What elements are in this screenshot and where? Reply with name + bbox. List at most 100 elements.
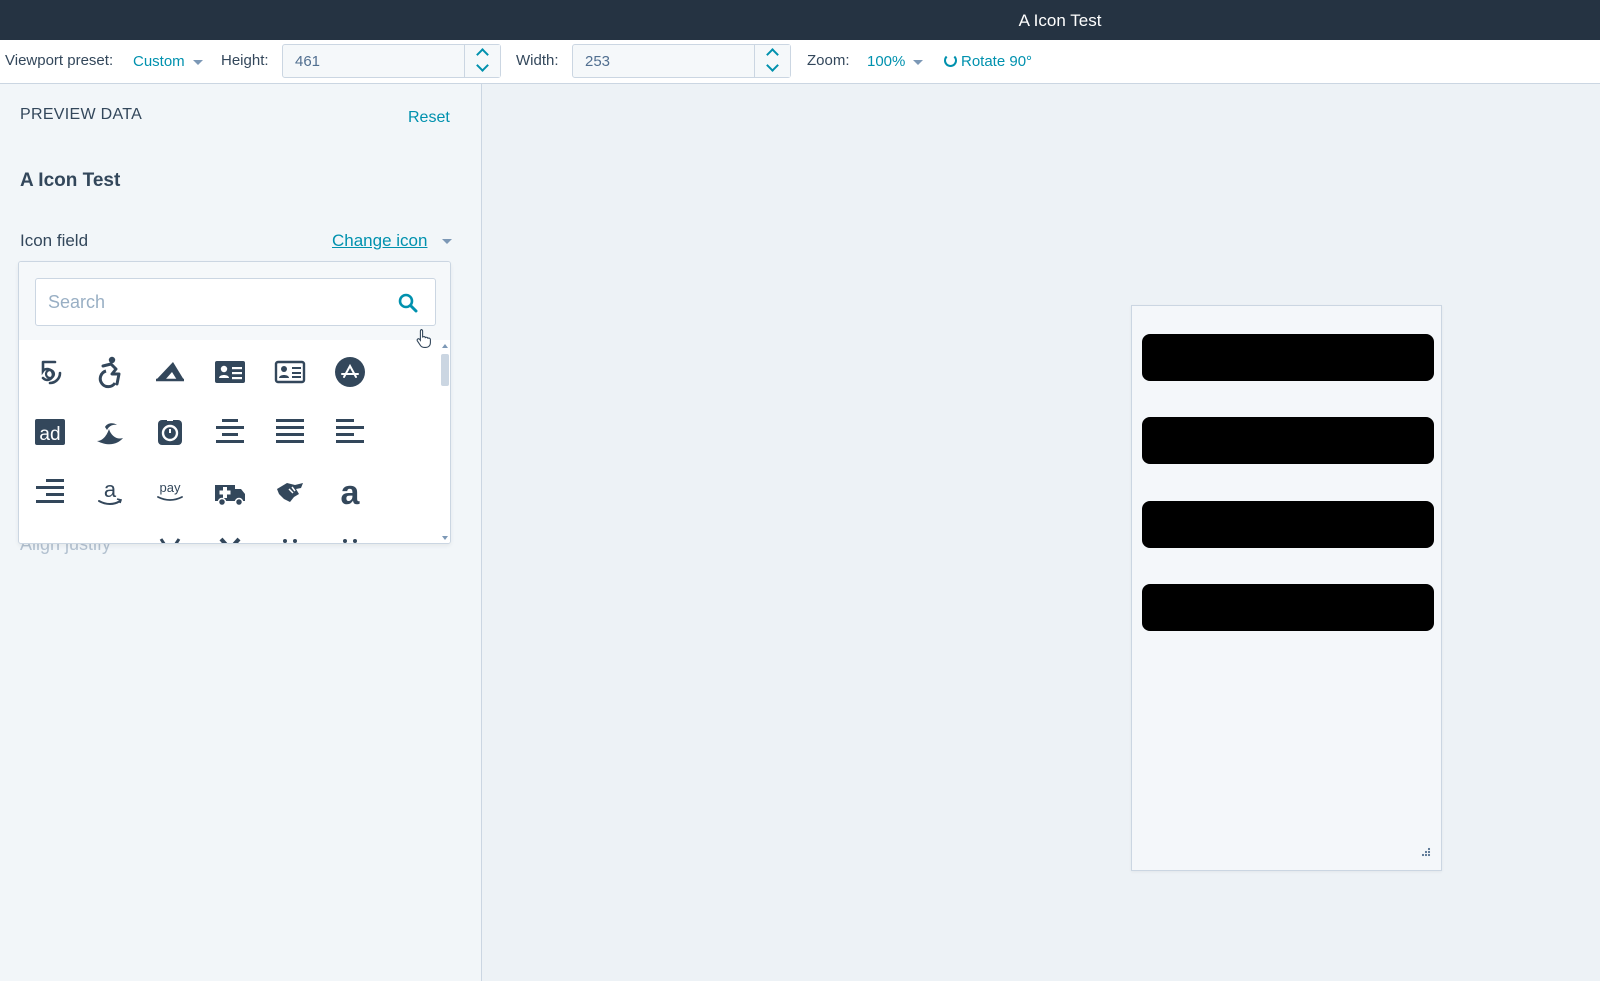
preview-data-sidebar: PREVIEW DATA Reset A Icon Test Icon fiel… <box>0 84 482 981</box>
icon-option-align-left[interactable] <box>320 402 380 462</box>
partial-icon <box>159 538 181 543</box>
align-left-icon <box>336 419 364 443</box>
a-letter-icon: a <box>341 475 361 509</box>
redacted-block <box>1142 417 1434 464</box>
height-label: Height: <box>221 52 269 69</box>
rotate-button[interactable]: Rotate 90° <box>961 53 1032 70</box>
icon-option-address-card[interactable] <box>200 342 260 402</box>
preview-data-heading: PREVIEW DATA <box>20 106 143 123</box>
scroll-thumb[interactable] <box>441 354 449 386</box>
redacted-block <box>1142 584 1434 631</box>
icon-option-partial[interactable] <box>80 522 140 544</box>
accessible-icon <box>98 356 121 389</box>
partial-icon <box>93 535 127 544</box>
viewport-preset-label: Viewport preset: <box>5 52 114 69</box>
partial-icon <box>283 539 297 543</box>
icon-option-accusoft[interactable] <box>140 342 200 402</box>
icon-search-field[interactable] <box>35 278 436 326</box>
amazon-pay-icon: pay <box>157 480 183 501</box>
icon-option-partial[interactable] <box>20 522 80 544</box>
height-increment-button[interactable] <box>465 45 501 61</box>
redacted-block <box>1142 501 1434 548</box>
icon-grid-scrollbar[interactable] <box>439 340 450 543</box>
chevron-down-icon <box>476 59 489 72</box>
resize-handle-icon[interactable] <box>1418 846 1432 860</box>
viewport-preset-dropdown[interactable]: Custom <box>133 53 203 70</box>
icon-option-american-sign-language[interactable] <box>260 462 320 522</box>
icon-picker-dropdown: ad a pay <box>18 261 451 544</box>
icon-option-adversal[interactable] <box>80 402 140 462</box>
width-input[interactable]: 253 <box>572 44 791 78</box>
width-value: 253 <box>585 53 611 70</box>
scroll-down-arrow-icon[interactable] <box>442 536 448 540</box>
chevron-down-icon <box>192 59 203 65</box>
icon-option-address-card-outline[interactable] <box>260 342 320 402</box>
icon-option-ad[interactable]: ad <box>20 402 80 462</box>
height-decrement-button[interactable] <box>465 59 501 77</box>
icon-field-label: Icon field <box>20 231 89 250</box>
accusoft-icon <box>156 362 184 382</box>
icon-option-partial[interactable] <box>260 522 320 543</box>
icon-search-input[interactable] <box>48 289 378 315</box>
title-bar: A Icon Test <box>0 0 1600 40</box>
viewport-preset-value: Custom <box>133 53 185 70</box>
svg-text:a: a <box>104 477 117 502</box>
zoom-value: 100% <box>867 53 906 70</box>
reset-button[interactable]: Reset <box>408 109 450 127</box>
partial-icon <box>33 535 67 544</box>
partial-icon <box>343 539 357 543</box>
icon-option-affiliatetheme[interactable] <box>140 402 200 462</box>
zoom-label: Zoom: <box>807 52 850 69</box>
icon-option-amazon[interactable]: a <box>80 462 140 522</box>
icon-option-partial[interactable] <box>140 522 200 543</box>
preview-viewport <box>1131 305 1442 871</box>
height-stepper[interactable] <box>464 45 500 77</box>
american-sign-language-icon <box>277 483 303 502</box>
width-label: Width: <box>516 52 559 69</box>
icon-option-a-letter[interactable]: a <box>320 462 380 522</box>
search-icon[interactable] <box>398 293 418 313</box>
icon-option-partial[interactable] <box>200 522 260 543</box>
module-title: A Icon Test <box>20 170 121 191</box>
redacted-block <box>1142 334 1434 381</box>
height-value: 461 <box>295 53 321 70</box>
icon-option-partial[interactable] <box>320 522 380 543</box>
rotate-icon <box>944 54 957 67</box>
ad-icon: ad <box>35 419 65 445</box>
icon-option-amazon-pay[interactable]: pay <box>140 462 200 522</box>
svg-text:pay: pay <box>160 480 181 495</box>
width-stepper[interactable] <box>754 45 790 77</box>
hand-pointer-icon <box>416 328 431 348</box>
icon-option-app-store[interactable] <box>320 342 380 402</box>
address-card-outline-icon <box>274 360 306 384</box>
chevron-down-icon <box>442 239 452 244</box>
icon-option-align-center[interactable] <box>200 402 260 462</box>
svg-text:a: a <box>341 475 361 509</box>
icon-option-align-right[interactable] <box>20 462 80 522</box>
scroll-up-arrow-icon[interactable] <box>442 344 448 348</box>
icon-option-ambulance[interactable] <box>200 462 260 522</box>
change-icon-link[interactable]: Change icon <box>332 231 427 251</box>
partial-icon <box>219 537 241 543</box>
zoom-dropdown[interactable]: 100% <box>867 53 924 70</box>
width-increment-button[interactable] <box>755 45 791 61</box>
icon-option-accessible[interactable] <box>80 342 140 402</box>
address-card-icon <box>215 361 245 383</box>
height-input[interactable]: 461 <box>282 44 501 78</box>
svg-text:ad: ad <box>39 424 60 445</box>
chevron-down-icon <box>766 59 779 72</box>
icon-grid: ad a pay a <box>19 340 439 544</box>
viewport-toolbar: Viewport preset: Custom Height: 461 Widt… <box>0 40 1600 84</box>
align-right-icon <box>36 479 64 503</box>
affiliatetheme-icon <box>158 419 182 445</box>
500px-icon <box>41 360 62 385</box>
amazon-icon: a <box>98 477 123 505</box>
width-decrement-button[interactable] <box>755 59 791 77</box>
window-title: A Icon Test <box>1018 11 1102 30</box>
app-store-circle-icon <box>335 357 365 387</box>
align-center-icon <box>216 419 244 443</box>
ambulance-icon <box>215 485 245 507</box>
icon-option-500px[interactable] <box>20 342 80 402</box>
adversal-icon <box>97 423 123 445</box>
icon-option-align-justify[interactable] <box>260 402 320 462</box>
